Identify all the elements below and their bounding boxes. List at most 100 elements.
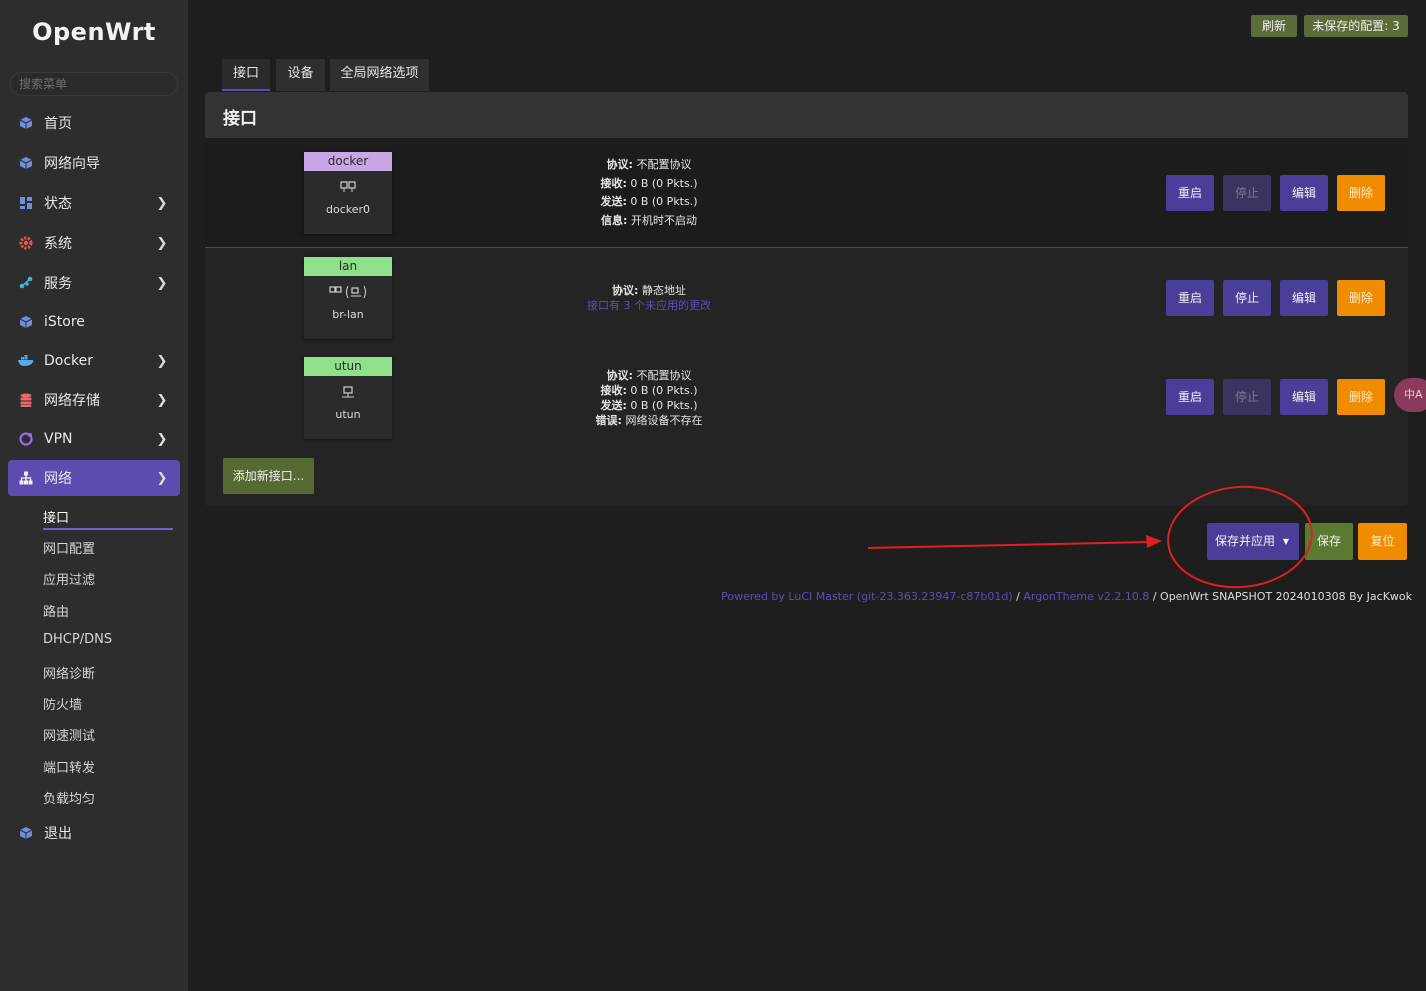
interface-name: utun bbox=[304, 357, 392, 376]
sidebar-item-services[interactable]: 服务 ❯ bbox=[8, 265, 180, 301]
footer: Powered by LuCI Master (git-23.363.23947… bbox=[721, 590, 1412, 603]
interface-info-utun: 协议: 不配置协议 接收: 0 B (0 Pkts.) 发送: 0 B (0 P… bbox=[499, 368, 799, 428]
chevron-right-icon: ❯ bbox=[156, 431, 168, 447]
sidebar-item-storage[interactable]: 网络存储 ❯ bbox=[8, 382, 180, 418]
interface-device: utun bbox=[335, 408, 361, 421]
sidebar-item-label: 首页 bbox=[44, 116, 72, 132]
sidebar-item-vpn[interactable]: VPN ❯ bbox=[8, 421, 180, 457]
sidebar-item-logout[interactable]: 退出 bbox=[8, 815, 180, 851]
annotation-arrow-head bbox=[1146, 535, 1162, 548]
tab-devices[interactable]: 设备 bbox=[276, 59, 325, 91]
sidebar-item-label: iStore bbox=[44, 314, 85, 330]
subnav-port-config[interactable]: 网口配置 bbox=[43, 538, 95, 557]
subnav-active-indicator bbox=[43, 528, 173, 530]
ethernet-port-icon bbox=[304, 171, 392, 203]
info-line: 发送: 0 B (0 Pkts.) bbox=[600, 399, 698, 412]
subnav-diagnostics[interactable]: 网络诊断 bbox=[43, 663, 95, 682]
subnav-interfaces[interactable]: 接口 bbox=[43, 507, 69, 526]
sidebar-item-docker[interactable]: Docker ❯ bbox=[8, 343, 180, 379]
chevron-right-icon: ❯ bbox=[156, 353, 168, 369]
chevron-right-icon: ❯ bbox=[156, 275, 168, 291]
reset-button[interactable]: 复位 bbox=[1358, 523, 1407, 560]
interface-device: docker0 bbox=[325, 203, 371, 216]
interface-name: lan bbox=[304, 257, 392, 276]
stop-button[interactable]: 停止 bbox=[1223, 379, 1271, 415]
restart-button[interactable]: 重启 bbox=[1166, 379, 1214, 415]
restart-button[interactable]: 重启 bbox=[1166, 280, 1214, 316]
info-line: 协议: 不配置协议 bbox=[606, 158, 692, 171]
storage-icon bbox=[16, 390, 36, 410]
subnav-routes[interactable]: 路由 bbox=[43, 601, 69, 620]
chevron-down-icon: ❯ bbox=[156, 470, 168, 486]
tab-global-options[interactable]: 全局网络选项 bbox=[330, 59, 429, 91]
subnav-app-filter[interactable]: 应用过滤 bbox=[43, 569, 95, 588]
save-button[interactable]: 保存 bbox=[1305, 523, 1353, 560]
info-line: 协议: 不配置协议 bbox=[606, 369, 692, 382]
search-input[interactable] bbox=[10, 72, 178, 96]
pending-changes-link[interactable]: 接口有 3 个未应用的更改 bbox=[499, 298, 799, 313]
edit-button[interactable]: 编辑 bbox=[1280, 379, 1328, 415]
panel-header: 接口 bbox=[205, 92, 1408, 138]
refresh-button[interactable]: 刷新 bbox=[1251, 15, 1297, 37]
sidebar-item-label: 网络存储 bbox=[44, 393, 100, 409]
tab-interfaces[interactable]: 接口 bbox=[222, 59, 270, 91]
luci-link[interactable]: Powered by LuCI Master (git-23.363.23947… bbox=[721, 590, 1013, 603]
sidebar-item-network[interactable]: 网络 ❯ bbox=[8, 460, 180, 496]
delete-button[interactable]: 删除 bbox=[1337, 280, 1385, 316]
vpn-icon bbox=[16, 429, 36, 449]
interface-badge-lan[interactable]: lan br-lan bbox=[304, 257, 392, 339]
info-line: 发送: 0 B (0 Pkts.) bbox=[600, 195, 698, 208]
unsaved-changes-button[interactable]: 未保存的配置: 3 bbox=[1304, 15, 1408, 37]
cube-icon bbox=[16, 153, 36, 173]
app-root: OpenWrt 首页 网络向导 状态 ❯ 系统 ❯ 服务 ❯ iStore bbox=[0, 0, 1426, 991]
translate-toggle[interactable]: 中A bbox=[1394, 378, 1426, 412]
edit-button[interactable]: 编辑 bbox=[1280, 175, 1328, 211]
info-line: 信息: 开机时不启动 bbox=[601, 213, 697, 227]
subnav-load-balance[interactable]: 负载均匀 bbox=[43, 788, 95, 807]
sidebar-item-status[interactable]: 状态 ❯ bbox=[8, 185, 180, 221]
add-interface-button[interactable]: 添加新接口... bbox=[223, 458, 314, 494]
restart-button[interactable]: 重启 bbox=[1166, 175, 1214, 211]
sidebar-item-system[interactable]: 系统 ❯ bbox=[8, 225, 180, 261]
dashboard-icon bbox=[16, 193, 36, 213]
stop-button[interactable]: 停止 bbox=[1223, 175, 1271, 211]
chevron-right-icon: ❯ bbox=[156, 392, 168, 408]
build-info: OpenWrt SNAPSHOT 2024010308 By JacKwok bbox=[1160, 590, 1412, 603]
caret-down-icon[interactable]: ▼ bbox=[1283, 523, 1289, 560]
interface-info-docker: 协议: 不配置协议 接收: 0 B (0 Pkts.) 发送: 0 B (0 P… bbox=[499, 156, 799, 230]
sidebar-item-home[interactable]: 首页 bbox=[8, 105, 180, 141]
theme-link[interactable]: ArgonTheme v2.2.10.8 bbox=[1023, 590, 1149, 603]
sidebar-item-label: 网络 bbox=[44, 471, 72, 487]
delete-button[interactable]: 删除 bbox=[1337, 175, 1385, 211]
cube-icon bbox=[16, 113, 36, 133]
subnav-firewall[interactable]: 防火墙 bbox=[43, 694, 82, 713]
footer-separator: / bbox=[1149, 590, 1161, 603]
info-line: 协议: 静态地址 bbox=[612, 284, 686, 297]
sidebar: OpenWrt 首页 网络向导 状态 ❯ 系统 ❯ 服务 ❯ iStore bbox=[0, 0, 188, 991]
interface-badge-utun[interactable]: utun utun bbox=[304, 357, 392, 439]
subnav-speedtest[interactable]: 网速测试 bbox=[43, 725, 95, 744]
subnav-port-forward[interactable]: 端口转发 bbox=[43, 757, 95, 776]
cube-icon bbox=[16, 312, 36, 332]
interface-info-lan: 协议: 静态地址 接口有 3 个未应用的更改 bbox=[499, 283, 799, 313]
save-apply-button[interactable]: 保存并应用 ▼ bbox=[1207, 523, 1299, 560]
interface-badge-docker[interactable]: docker docker0 bbox=[304, 152, 392, 234]
tunnel-icon bbox=[304, 376, 392, 408]
sidebar-item-istore[interactable]: iStore bbox=[8, 304, 180, 340]
logo[interactable]: OpenWrt bbox=[0, 18, 188, 46]
sidebar-item-label: 网络向导 bbox=[44, 156, 100, 172]
chevron-right-icon: ❯ bbox=[156, 195, 168, 211]
sidebar-item-label: 退出 bbox=[44, 826, 72, 842]
annotation-arrow-line bbox=[867, 541, 1151, 549]
info-line: 接收: 0 B (0 Pkts.) bbox=[600, 384, 698, 397]
sidebar-item-wizard[interactable]: 网络向导 bbox=[8, 145, 180, 181]
stop-button[interactable]: 停止 bbox=[1223, 280, 1271, 316]
info-line: 错误: 网络设备不存在 bbox=[595, 414, 703, 427]
subnav-dhcp-dns[interactable]: DHCP/DNS bbox=[43, 632, 112, 647]
network-icon bbox=[16, 468, 36, 488]
interface-device: br-lan bbox=[332, 308, 364, 321]
sidebar-item-label: 状态 bbox=[44, 196, 72, 212]
gear-icon bbox=[16, 233, 36, 253]
edit-button[interactable]: 编辑 bbox=[1280, 280, 1328, 316]
delete-button[interactable]: 删除 bbox=[1337, 379, 1385, 415]
